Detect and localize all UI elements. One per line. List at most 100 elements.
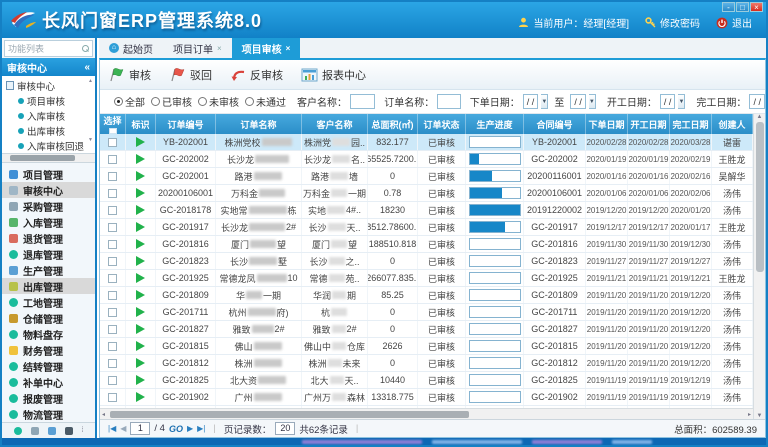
- table-row[interactable]: GC-202001路港路港墙0已审核202001160012020/01/162…: [100, 168, 753, 185]
- table-row[interactable]: GC-201925常德龙凤10常德苑..266077.835..已审核GC-20…: [100, 270, 753, 287]
- collapse-icon[interactable]: «: [84, 62, 90, 73]
- tab-home[interactable]: ⌂起始页: [99, 38, 163, 58]
- table-row[interactable]: GC-201809华一期华润期85.25已审核GC-2018092019/11/…: [100, 287, 753, 304]
- table-row[interactable]: GC-2018178实地常栋实地4#..18230已审核201912200022…: [100, 202, 753, 219]
- circle-icon[interactable]: [14, 427, 22, 435]
- row-checkbox[interactable]: [108, 155, 117, 164]
- radio-未通过[interactable]: 未通过: [239, 94, 286, 109]
- table-row[interactable]: 20200106001万科金万科金一期0.78已审核20200106001202…: [100, 185, 753, 202]
- row-checkbox[interactable]: [108, 223, 117, 232]
- tree-item-入库审核[interactable]: 入库审核: [6, 108, 95, 123]
- report-center-button[interactable]: 报表中心: [301, 67, 366, 83]
- column-header-标识[interactable]: 标识: [126, 114, 156, 134]
- tab-project-audit[interactable]: 项目审核×: [232, 38, 301, 58]
- table-row[interactable]: GC-201917长沙龙2#长沙天..8512.78600..已审核GC-201…: [100, 219, 753, 236]
- row-checkbox[interactable]: [108, 189, 117, 198]
- sidebar-item-结转管理[interactable]: 结转管理: [2, 358, 95, 374]
- change-password-button[interactable]: 修改密码: [645, 15, 700, 30]
- tab-close-icon[interactable]: ×: [286, 44, 291, 53]
- row-checkbox[interactable]: [108, 138, 117, 147]
- row-checkbox[interactable]: [108, 393, 117, 402]
- row-checkbox[interactable]: [108, 206, 117, 215]
- tab-project-orders[interactable]: 项目订单×: [163, 38, 232, 58]
- tab-close-icon[interactable]: ×: [217, 44, 222, 53]
- column-header-下单日期[interactable]: 下单日期: [586, 114, 628, 134]
- tree-item-出库审核[interactable]: 出库审核: [6, 123, 95, 138]
- vertical-scroll-thumb[interactable]: [756, 122, 764, 272]
- sidebar-item-审核中心[interactable]: 审核中心: [2, 182, 95, 198]
- finish-date-input[interactable]: / /: [749, 94, 765, 109]
- start-date-input[interactable]: / /: [660, 94, 676, 109]
- row-checkbox[interactable]: [108, 308, 117, 317]
- sidebar-item-退库管理[interactable]: 退库管理: [2, 246, 95, 262]
- vertical-scrollbar[interactable]: ▲ ▼: [753, 114, 765, 419]
- pen-icon[interactable]: [48, 427, 56, 435]
- order-name-input[interactable]: [437, 94, 461, 109]
- row-checkbox[interactable]: [108, 359, 117, 368]
- sidebar-item-项目管理[interactable]: 项目管理: [2, 166, 95, 182]
- column-header-生产进度[interactable]: 生产进度: [466, 114, 524, 134]
- row-checkbox[interactable]: [108, 376, 117, 385]
- row-checkbox[interactable]: [108, 240, 117, 249]
- table-row[interactable]: GC-201825北大资北大天..10440已审核GC-2018252019/1…: [100, 372, 753, 389]
- sidebar-item-退货管理[interactable]: 退货管理: [2, 230, 95, 246]
- logout-button[interactable]: 退出: [716, 15, 752, 30]
- sidebar-item-工地管理[interactable]: 工地管理: [2, 294, 95, 310]
- chevron-down-icon[interactable]: ▼: [589, 94, 596, 109]
- column-header-选择[interactable]: 选择: [100, 114, 126, 134]
- column-header-完工日期[interactable]: 完工日期: [670, 114, 712, 134]
- last-page-button[interactable]: ▶|: [197, 424, 205, 433]
- chevron-down-icon[interactable]: ▼: [678, 94, 685, 109]
- row-checkbox[interactable]: [108, 291, 117, 300]
- tree-item-入库审核回退[interactable]: 入库审核回退: [6, 138, 95, 153]
- close-button[interactable]: ×: [750, 2, 763, 12]
- sidebar-item-仓储管理[interactable]: 仓储管理: [2, 310, 95, 326]
- column-header-客户名称[interactable]: 客户名称: [302, 114, 368, 134]
- row-checkbox[interactable]: [108, 342, 117, 351]
- sidebar-item-生产管理[interactable]: 生产管理: [2, 262, 95, 278]
- chevron-down-icon[interactable]: ▼: [541, 94, 548, 109]
- column-header-开工日期[interactable]: 开工日期: [628, 114, 670, 134]
- column-header-创建人[interactable]: 创建人: [712, 114, 753, 134]
- minimize-button[interactable]: -: [722, 2, 735, 12]
- table-row[interactable]: GC-201815佛山佛山中仓库2626已审核GC-2018152019/11/…: [100, 338, 753, 355]
- page-size-input[interactable]: 20: [275, 422, 295, 435]
- customer-name-input[interactable]: [350, 94, 375, 109]
- table-row[interactable]: YB-202001株洲党校株洲党园..832.177已审核YB-20200120…: [100, 134, 753, 151]
- sidebar-item-物料盘存[interactable]: 物料盘存: [2, 326, 95, 342]
- tree-horizontal-scrollbar[interactable]: [2, 154, 95, 163]
- reject-button[interactable]: 驳回: [169, 67, 212, 83]
- first-page-button[interactable]: |◀: [108, 424, 116, 433]
- radio-已审核[interactable]: 已审核: [145, 94, 192, 109]
- table-row[interactable]: GC-201823长沙墅长沙之..0已审核GC-2018232019/11/27…: [100, 253, 753, 270]
- tree-item-项目审核[interactable]: 项目审核: [6, 93, 95, 108]
- next-page-button[interactable]: ▶: [187, 424, 193, 433]
- tree-root[interactable]: 审核中心: [6, 78, 95, 93]
- row-checkbox[interactable]: [108, 325, 117, 334]
- sidebar-item-补单中心[interactable]: 补单中心: [2, 374, 95, 390]
- column-header-订单编号[interactable]: 订单编号: [156, 114, 216, 134]
- order-date-to-input[interactable]: / /: [570, 94, 586, 109]
- table-row[interactable]: GC-201827雅致2#雅致2#0已审核GC-2018272019/11/20…: [100, 321, 753, 338]
- tree-vertical-scrollbar[interactable]: ▲▼: [87, 78, 94, 143]
- table-row[interactable]: GC-201902广州广州万森林13318.775已审核GC-201902201…: [100, 389, 753, 406]
- column-header-总面积(㎡)[interactable]: 总面积(㎡): [368, 114, 418, 134]
- maximize-button[interactable]: □: [736, 2, 749, 12]
- radio-未审核[interactable]: 未审核: [192, 94, 239, 109]
- table-row[interactable]: GC-201711杭州府)杭0已审核GC-2017112019/11/20201…: [100, 304, 753, 321]
- sidebar-item-物流管理[interactable]: 物流管理: [2, 406, 95, 422]
- audit-button[interactable]: 审核: [108, 67, 151, 83]
- row-checkbox[interactable]: [108, 172, 117, 181]
- sidebar-item-出库管理[interactable]: 出库管理: [2, 278, 95, 294]
- row-checkbox[interactable]: [108, 274, 117, 283]
- cart-icon[interactable]: [31, 427, 39, 435]
- function-search-input[interactable]: 功能列表: [4, 40, 93, 57]
- page-number-input[interactable]: 1: [130, 422, 150, 435]
- column-header-合同编号[interactable]: 合同编号: [524, 114, 586, 134]
- horizontal-scroll-thumb[interactable]: [110, 411, 469, 418]
- table-row[interactable]: GC-202002长沙龙长沙龙名..65525.7200..已审核GC-2020…: [100, 151, 753, 168]
- sidebar-item-财务管理[interactable]: 财务管理: [2, 342, 95, 358]
- sidebar-item-入库管理[interactable]: 入库管理: [2, 214, 95, 230]
- sidebar-item-报废管理[interactable]: 报废管理: [2, 390, 95, 406]
- horizontal-scrollbar[interactable]: ◂ ▸: [100, 408, 753, 419]
